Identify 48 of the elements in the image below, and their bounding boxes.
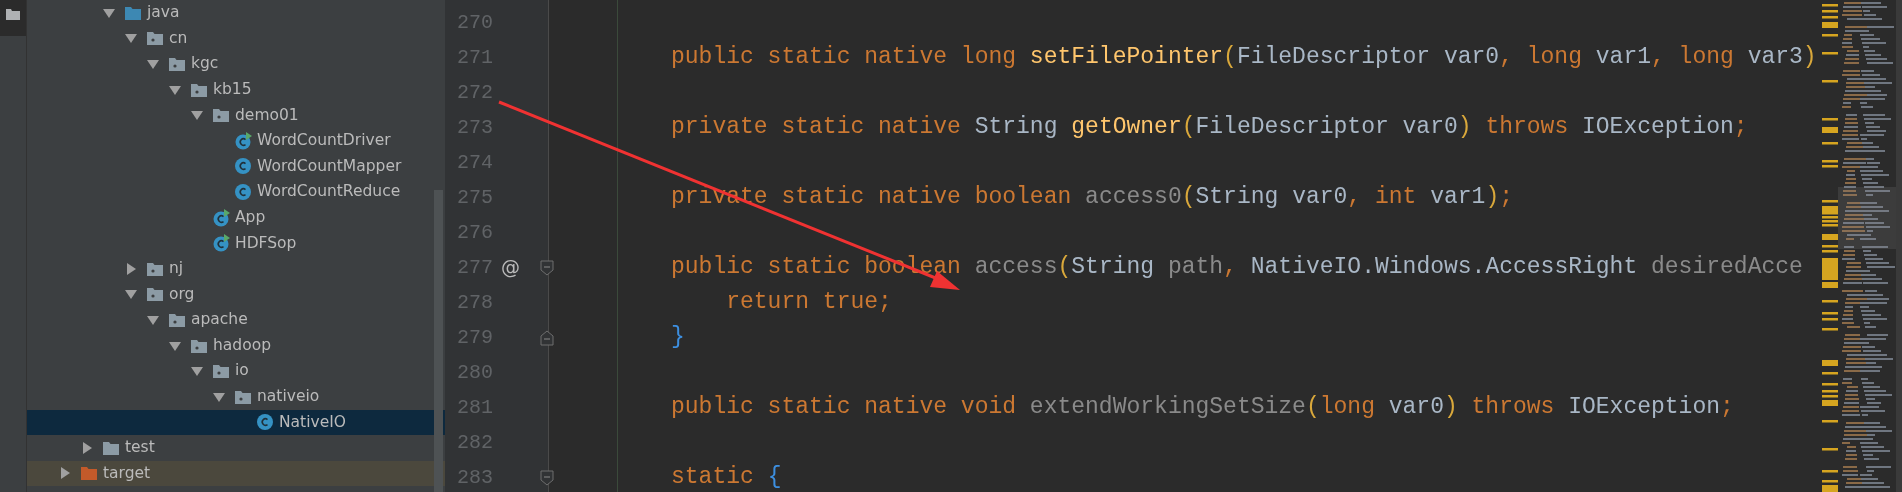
tree-item[interactable]: WordCountMapper (27, 153, 445, 180)
tree-item[interactable]: HDFSop (27, 230, 445, 256)
package-icon (168, 55, 186, 73)
tree-item[interactable]: kgc (27, 51, 445, 77)
folder-icon (80, 464, 98, 483)
package-icon (146, 285, 164, 304)
package-icon (212, 362, 230, 381)
tree-item[interactable]: kb15 (27, 76, 445, 103)
tree-item[interactable]: io (27, 358, 445, 384)
scrollbar-thumb[interactable] (434, 190, 443, 492)
tree-item[interactable]: org (27, 281, 445, 308)
tree-item[interactable]: target (27, 460, 445, 487)
fold-icon[interactable] (540, 329, 554, 346)
tree-item[interactable]: WordCountReduce (27, 179, 445, 205)
tree-item[interactable]: App (27, 204, 445, 231)
tree-item[interactable]: WordCountDriver (27, 127, 445, 154)
expand-arrow-icon[interactable] (124, 261, 138, 276)
tree-item[interactable]: cn (27, 25, 445, 52)
fold-icon[interactable] (540, 469, 554, 486)
expand-arrow-icon[interactable] (80, 440, 94, 455)
code-line: private static native String getOwner(FileDescriptor var0) throws IOException; (671, 113, 1748, 142)
tree-item[interactable]: java (27, 0, 445, 26)
class-icon (234, 182, 252, 201)
runnable-class-icon (234, 131, 252, 150)
folder-icon[interactable] (6, 8, 20, 20)
runnable-class-icon (212, 208, 230, 227)
tree-item[interactable]: apache (27, 307, 445, 333)
code-line: public static native long setFilePointer(FileDescriptor var0, long var1, long var3) (671, 43, 1817, 72)
code-line: public static native void extendWorkingSetSize(long var0) throws IOException; (671, 393, 1734, 422)
package-icon (212, 106, 230, 125)
tree-item[interactable]: hadoop (27, 332, 445, 359)
code-line: return true; (725, 288, 892, 317)
code-line: static { (671, 463, 782, 492)
tree-item[interactable]: nj (27, 255, 445, 282)
runnable-class-icon (212, 234, 230, 253)
class-icon (234, 157, 252, 176)
expand-arrow-icon[interactable] (58, 466, 72, 481)
collapse-arrow-icon[interactable] (146, 57, 160, 71)
tree-item[interactable]: NativeIO (27, 409, 445, 436)
package-icon (146, 29, 164, 48)
tree-item[interactable]: nativeio (27, 383, 445, 410)
code-line: } (671, 323, 685, 352)
fold-icon[interactable] (540, 259, 554, 276)
tree-item[interactable]: test (27, 435, 445, 461)
scrollbar[interactable] (1896, 0, 1902, 492)
tree-item[interactable]: demo01 (27, 102, 445, 128)
class-icon (256, 413, 274, 432)
gutter-mark[interactable]: @ (501, 253, 520, 282)
